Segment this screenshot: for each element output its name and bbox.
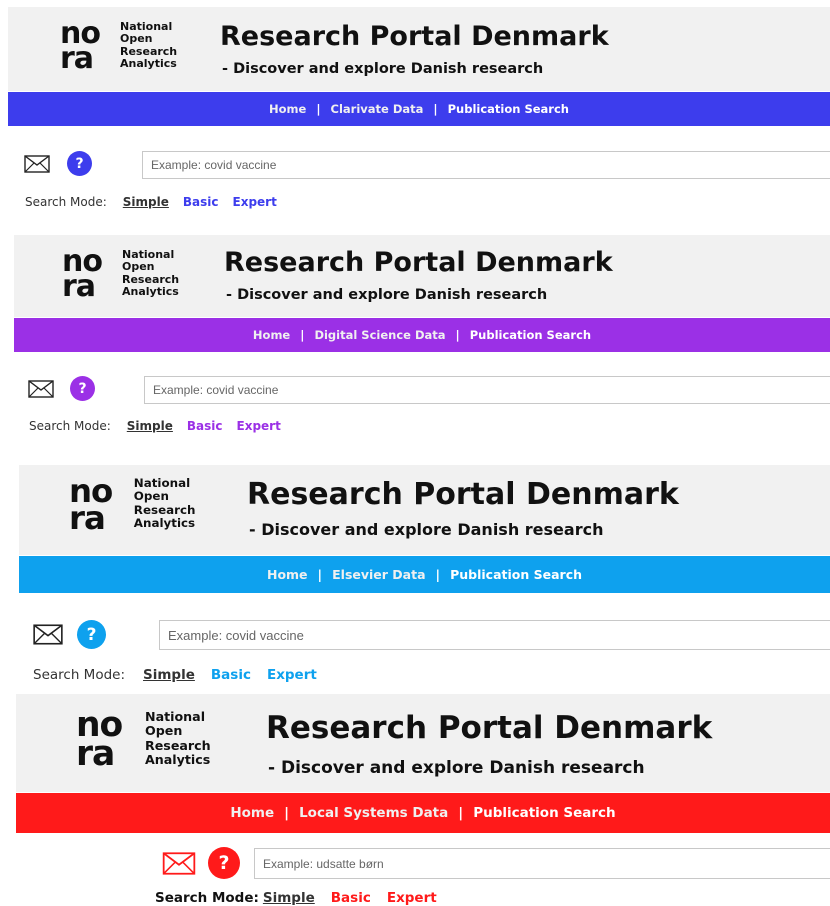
portal-header: no ra National Open Research Analytics Researc… [8, 7, 830, 91]
page-subtitle: - Discover and explore Danish research [222, 61, 544, 77]
nav-separator: | [458, 805, 464, 821]
nav-separator: | [317, 567, 323, 582]
logo-line: Analytics [122, 284, 179, 298]
nav-separator: | [284, 805, 290, 821]
nav-bar: Home | Clarivate Data | Publication Search [8, 92, 830, 126]
logo-wordmark: National Open Research Analytics [145, 710, 211, 767]
mode-basic-link[interactable]: Basic [183, 195, 219, 209]
mode-expert-link[interactable]: Expert [387, 890, 437, 906]
nav-data-link[interactable]: Digital Science Data [314, 328, 445, 342]
mode-simple-link[interactable]: Simple [143, 667, 195, 683]
logo-line: Open [133, 489, 169, 504]
nav-separator: | [435, 567, 441, 582]
mode-basic-link[interactable]: Basic [187, 419, 223, 433]
nora-logo[interactable]: no ra National Open Research Analytics [69, 475, 209, 538]
page-subtitle: - Discover and explore Danish research [226, 287, 548, 303]
nav-home-link[interactable]: Home [269, 102, 306, 116]
search-placeholder: Example: covid vaccine [168, 627, 304, 643]
logo-wordmark: National Open Research Analytics [122, 248, 179, 298]
nav-data-link[interactable]: Local Systems Data [299, 805, 448, 821]
portal-header: no ra National Open Research Analytics Researc… [16, 694, 830, 792]
mode-basic-link[interactable]: Basic [331, 890, 371, 906]
portal-header: no ra National Open Research Analytics Researc… [14, 235, 830, 317]
logo-line: Open [120, 32, 153, 46]
logo-line: Open [122, 260, 155, 274]
search-placeholder: Example: covid vaccine [153, 383, 279, 397]
search-mode-selector: Search Mode: Simple Basic Expert [33, 667, 317, 683]
help-icon[interactable]: ? [70, 376, 95, 401]
search-input[interactable]: Example: covid vaccine [144, 376, 830, 404]
mode-simple-link[interactable]: Simple [127, 419, 173, 433]
nav-bar: Home | Local Systems Data | Publication Sear… [16, 793, 830, 833]
mail-icon[interactable] [24, 154, 50, 173]
nav-bar: Home | Elsevier Data | Publication Search [19, 556, 830, 593]
nav-bar: Home | Digital Science Data | Publication Se… [14, 318, 830, 352]
logo-ra-text: ra [60, 41, 94, 76]
nav-data-link[interactable]: Clarivate Data [331, 102, 424, 116]
logo-line: Analytics [133, 516, 196, 531]
nav-separator: | [300, 328, 305, 342]
help-icon[interactable]: ? [208, 847, 240, 879]
nav-separator: | [433, 102, 438, 116]
mode-expert-link[interactable]: Expert [233, 195, 277, 209]
mode-simple-link[interactable]: Simple [123, 195, 169, 209]
page-title: Research Portal Denmark [266, 710, 713, 746]
nav-publication-search-link[interactable]: Publication Search [470, 328, 591, 342]
logo-ra-text: ra [69, 499, 106, 537]
mode-expert-link[interactable]: Expert [267, 667, 317, 683]
logo-line: Analytics [120, 56, 177, 70]
nav-separator: | [455, 328, 460, 342]
logo-line: National [133, 476, 191, 491]
nav-home-link[interactable]: Home [253, 328, 290, 342]
nav-home-link[interactable]: Home [267, 567, 308, 582]
nora-logo[interactable]: no ra National Open Research Analytics [76, 708, 226, 775]
logo-ra-text: ra [76, 733, 115, 774]
mail-icon[interactable] [33, 624, 63, 645]
search-input[interactable]: Example: udsatte børn [254, 848, 830, 879]
nav-separator: | [316, 102, 321, 116]
page-title: Research Portal Denmark [247, 477, 679, 512]
nav-data-link[interactable]: Elsevier Data [332, 567, 425, 582]
mode-simple-link[interactable]: Simple [263, 890, 315, 906]
logo-line: Open [145, 723, 183, 739]
search-mode-label: Search Mode: [33, 667, 126, 683]
nora-logo[interactable]: no ra National Open Research Analytics [60, 19, 190, 77]
logo-line: Research [145, 737, 211, 753]
logo-wordmark: National Open Research Analytics [120, 20, 177, 70]
help-icon[interactable]: ? [77, 620, 106, 649]
logo-wordmark: National Open Research Analytics [133, 476, 196, 531]
nav-publication-search-link[interactable]: Publication Search [473, 805, 615, 821]
mode-expert-link[interactable]: Expert [237, 419, 281, 433]
portal-header: no ra National Open Research Analytics Researc… [19, 465, 830, 555]
help-icon[interactable]: ? [67, 151, 92, 176]
search-placeholder: Example: udsatte børn [263, 856, 384, 871]
nora-logo[interactable]: no ra National Open Research Analytics [62, 247, 192, 305]
search-placeholder: Example: covid vaccine [151, 158, 277, 172]
search-mode-selector: Search Mode: Simple Basic Expert [25, 195, 277, 209]
mail-icon[interactable] [28, 379, 54, 398]
page-subtitle: - Discover and explore Danish research [268, 758, 645, 778]
nav-home-link[interactable]: Home [230, 805, 274, 821]
search-mode-label: Search Mode: [25, 195, 107, 209]
search-mode-selector: Search Mode: Simple Basic Expert [155, 890, 437, 906]
mode-basic-link[interactable]: Basic [211, 667, 251, 683]
search-mode-label: Search Mode: [29, 419, 111, 433]
page-subtitle: - Discover and explore Danish research [249, 520, 604, 539]
logo-ra-text: ra [62, 269, 96, 304]
nav-publication-search-link[interactable]: Publication Search [448, 102, 569, 116]
mail-icon[interactable] [162, 851, 196, 875]
page-title: Research Portal Denmark [220, 21, 609, 52]
search-input[interactable]: Example: covid vaccine [142, 151, 830, 179]
search-input[interactable]: Example: covid vaccine [159, 620, 830, 650]
logo-line: Research [133, 502, 196, 517]
nav-publication-search-link[interactable]: Publication Search [450, 567, 582, 582]
logo-line: Analytics [145, 751, 211, 767]
search-mode-label: Search Mode: [155, 890, 259, 906]
logo-line: National [145, 709, 206, 725]
page-title: Research Portal Denmark [224, 247, 613, 278]
search-mode-selector: Search Mode: Simple Basic Expert [29, 419, 281, 433]
